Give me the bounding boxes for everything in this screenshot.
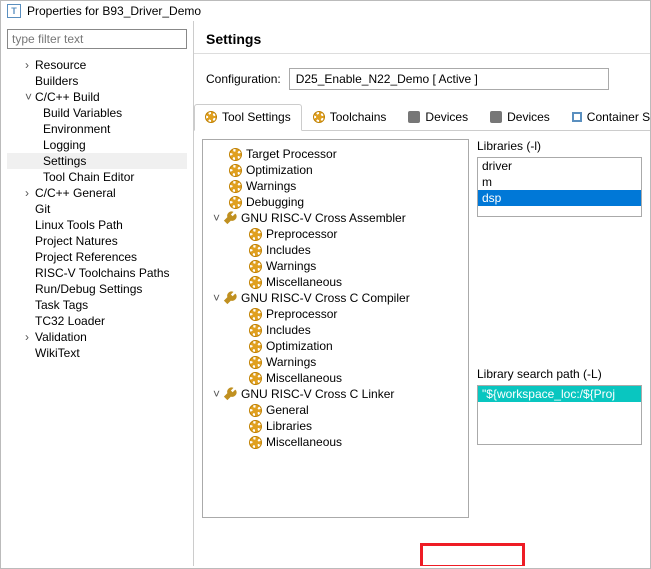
gear-icon xyxy=(249,372,262,385)
gear-icon xyxy=(205,111,217,123)
wrench-icon xyxy=(223,387,237,401)
tool-compiler[interactable]: GNU RISC-V Cross C Compiler xyxy=(205,290,466,306)
wrench-icon xyxy=(223,291,237,305)
tool-asm-warnings[interactable]: Warnings xyxy=(205,258,466,274)
wrench-icon xyxy=(223,211,237,225)
tool-debugging[interactable]: Debugging xyxy=(205,194,466,210)
gear-icon xyxy=(249,404,262,417)
tree-tool-chain-editor[interactable]: Tool Chain Editor xyxy=(7,169,187,185)
gear-icon xyxy=(229,164,242,177)
configuration-combo[interactable]: D25_Enable_N22_Demo [ Active ] xyxy=(289,68,609,90)
filter-input[interactable]: type filter text xyxy=(7,29,187,49)
list-item[interactable]: "${workspace_loc:/${Proj xyxy=(478,386,641,402)
gear-icon xyxy=(249,276,262,289)
tree-cgeneral[interactable]: C/C++ General xyxy=(7,185,187,201)
tab-container-settings[interactable]: Container S xyxy=(561,104,650,130)
gear-icon xyxy=(229,196,242,209)
tab-devices-2[interactable]: Devices xyxy=(479,104,561,130)
tree-linux-tools-path[interactable]: Linux Tools Path xyxy=(7,217,187,233)
tool-cc-preprocessor[interactable]: Preprocessor xyxy=(205,306,466,322)
gear-icon xyxy=(229,180,242,193)
gear-icon xyxy=(249,340,262,353)
tree-resource[interactable]: Resource xyxy=(7,57,187,73)
tree-wikitext[interactable]: WikiText xyxy=(7,345,187,361)
tree-riscv-toolchains[interactable]: RISC-V Toolchains Paths xyxy=(7,265,187,281)
highlight-box-libraries-node xyxy=(420,543,525,566)
gear-icon xyxy=(249,356,262,369)
tab-tool-settings[interactable]: Tool Settings xyxy=(194,104,302,131)
list-item[interactable]: m xyxy=(478,174,641,190)
tool-linker[interactable]: GNU RISC-V Cross C Linker xyxy=(205,386,466,402)
window-icon: T xyxy=(7,4,21,18)
tab-toolchains[interactable]: Toolchains xyxy=(302,104,398,130)
tree-project-natures[interactable]: Project Natures xyxy=(7,233,187,249)
list-item[interactable]: dsp xyxy=(478,190,641,206)
library-search-path-label: Library search path (-L) xyxy=(477,367,642,381)
tree-settings[interactable]: Settings xyxy=(7,153,187,169)
tool-assembler[interactable]: GNU RISC-V Cross Assembler xyxy=(205,210,466,226)
gear-icon xyxy=(249,436,262,449)
libraries-list-label: Libraries (-l) xyxy=(477,139,642,153)
tool-cc-optimization[interactable]: Optimization xyxy=(205,338,466,354)
gear-icon xyxy=(249,308,262,321)
gear-icon xyxy=(249,228,262,241)
tool-optimization[interactable]: Optimization xyxy=(205,162,466,178)
gear-icon xyxy=(313,111,325,123)
tool-cc-warnings[interactable]: Warnings xyxy=(205,354,466,370)
tree-project-references[interactable]: Project References xyxy=(7,249,187,265)
tool-cc-includes[interactable]: Includes xyxy=(205,322,466,338)
chip-icon xyxy=(408,111,420,123)
tool-ld-miscellaneous[interactable]: Miscellaneous xyxy=(205,434,466,450)
tool-asm-miscellaneous[interactable]: Miscellaneous xyxy=(205,274,466,290)
libraries-list[interactable]: driver m dsp xyxy=(477,157,642,217)
library-search-path-list[interactable]: "${workspace_loc:/${Proj xyxy=(477,385,642,445)
tree-tc32-loader[interactable]: TC32 Loader xyxy=(7,313,187,329)
settings-tabs: Tool Settings Toolchains Devices Devices… xyxy=(194,104,650,131)
gear-icon xyxy=(229,148,242,161)
tool-ld-libraries[interactable]: Libraries xyxy=(205,418,466,434)
tree-build-variables[interactable]: Build Variables xyxy=(7,105,187,121)
left-nav: type filter text Resource Builders C/C++… xyxy=(1,21,193,566)
tree-validation[interactable]: Validation xyxy=(7,329,187,345)
tool-settings-tree: Target Processor Optimization Warnings D… xyxy=(202,139,469,518)
chip-icon xyxy=(490,111,502,123)
window-title: Properties for B93_Driver_Demo xyxy=(27,4,201,18)
tree-environment[interactable]: Environment xyxy=(7,121,187,137)
gear-icon xyxy=(249,260,262,273)
tab-devices-1[interactable]: Devices xyxy=(397,104,479,130)
tree-logging[interactable]: Logging xyxy=(7,137,187,153)
tool-asm-includes[interactable]: Includes xyxy=(205,242,466,258)
tool-asm-preprocessor[interactable]: Preprocessor xyxy=(205,226,466,242)
settings-heading: Settings xyxy=(194,21,650,54)
tool-ld-general[interactable]: General xyxy=(205,402,466,418)
list-item[interactable]: driver xyxy=(478,158,641,174)
gear-icon xyxy=(249,420,262,433)
tree-git[interactable]: Git xyxy=(7,201,187,217)
gear-icon xyxy=(249,244,262,257)
tool-warnings[interactable]: Warnings xyxy=(205,178,466,194)
tree-task-tags[interactable]: Task Tags xyxy=(7,297,187,313)
tool-cc-miscellaneous[interactable]: Miscellaneous xyxy=(205,370,466,386)
tree-builders[interactable]: Builders xyxy=(7,73,187,89)
configuration-label: Configuration: xyxy=(206,72,281,86)
tree-run-debug[interactable]: Run/Debug Settings xyxy=(7,281,187,297)
tool-target-processor[interactable]: Target Processor xyxy=(205,146,466,162)
configuration-value: D25_Enable_N22_Demo [ Active ] xyxy=(296,72,478,86)
gear-icon xyxy=(249,324,262,337)
filter-placeholder: type filter text xyxy=(12,32,83,46)
container-icon xyxy=(572,112,582,122)
tree-cbuild[interactable]: C/C++ Build xyxy=(7,89,187,105)
